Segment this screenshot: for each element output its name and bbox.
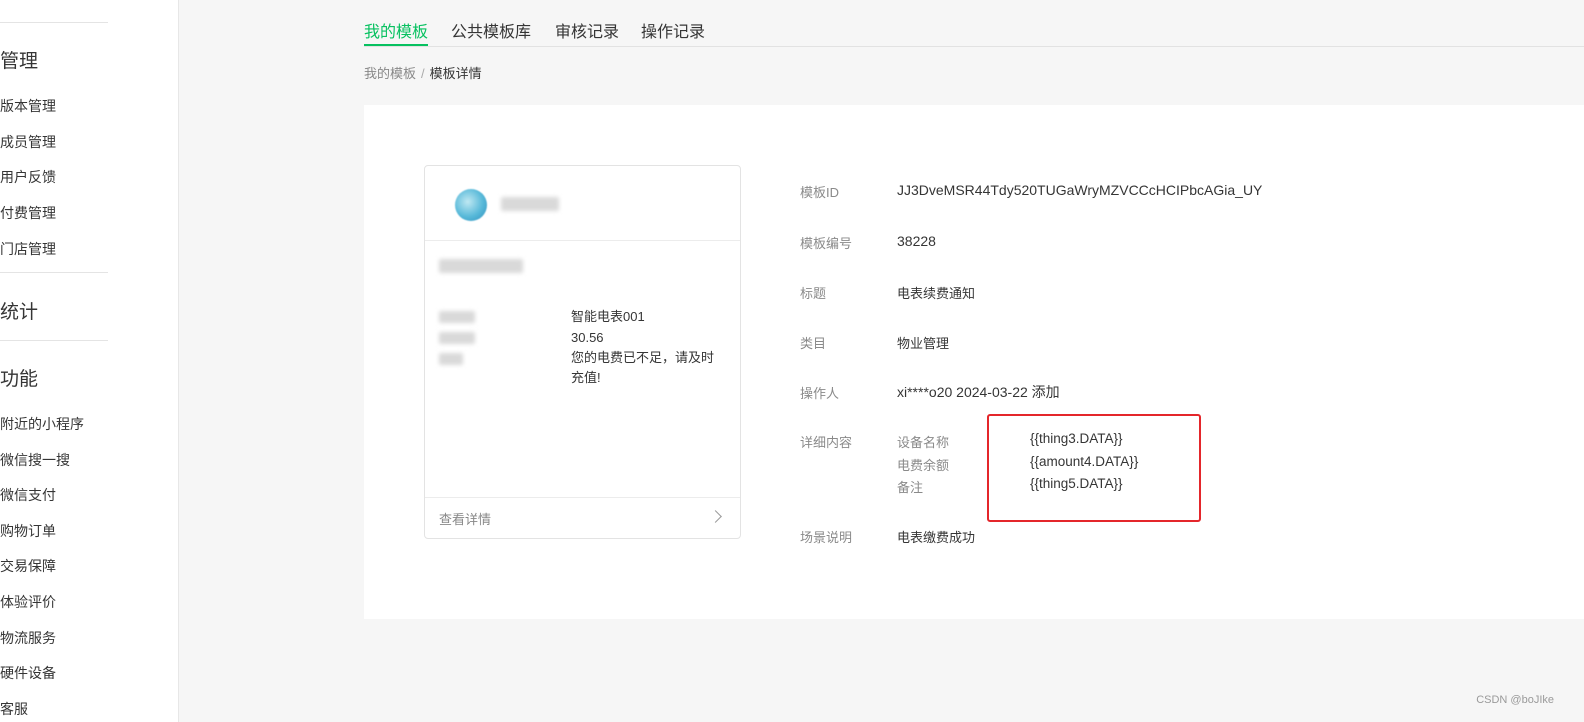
- label-template-id: 模板ID: [800, 185, 840, 200]
- tab-bar: 我的模板 公共模板库 审核记录 操作记录: [364, 0, 1584, 47]
- template-preview-card: 智能电表001 30.56 您的电费已不足，请及时充值! 查看详情: [424, 165, 741, 539]
- sidebar-group-stats[interactable]: 统计: [0, 297, 38, 324]
- sidebar-item-wxpay[interactable]: 微信支付: [0, 485, 56, 505]
- sidebar-item-logistics[interactable]: 物流服务: [0, 628, 56, 648]
- sidebar-item-reviews[interactable]: 体验评价: [0, 592, 56, 612]
- sidebar-item-service[interactable]: 客服: [0, 699, 28, 719]
- value-category: 物业管理: [897, 336, 950, 351]
- tab-public-library[interactable]: 公共模板库: [451, 18, 531, 42]
- sidebar-group-features: 功能: [0, 369, 39, 390]
- chevron-right-icon: [709, 510, 722, 523]
- label-scene: 场景说明: [800, 530, 853, 545]
- sidebar-item-guarantee[interactable]: 交易保障: [0, 556, 56, 576]
- sidebar-divider: [0, 340, 108, 341]
- highlight-box: [987, 414, 1201, 522]
- tab-operation-records[interactable]: 操作记录: [641, 18, 705, 42]
- sidebar-item-payment[interactable]: 付费管理: [0, 203, 56, 223]
- sidebar-item-search[interactable]: 微信搜一搜: [0, 450, 70, 470]
- view-details-link[interactable]: 查看详情: [425, 497, 740, 538]
- watermark: CSDN @boJIke: [1476, 694, 1554, 706]
- label-template-no: 模板编号: [800, 236, 853, 251]
- label-content: 详细内容: [800, 435, 853, 450]
- sidebar-divider: [0, 22, 108, 23]
- breadcrumb-separator: /: [421, 66, 425, 81]
- sidebar: 管理 版本管理 成员管理 用户反馈 付费管理 门店管理 统计 功能 附近的小程序…: [0, 0, 179, 722]
- value-title: 电表续费通知: [897, 286, 976, 301]
- value-scene: 电表缴费成功: [897, 530, 976, 545]
- sidebar-item-members[interactable]: 成员管理: [0, 132, 56, 152]
- breadcrumb: 我的模板 / 模板详情: [364, 63, 482, 82]
- sidebar-item-hardware[interactable]: 硬件设备: [0, 663, 56, 683]
- blurred-field-label: [439, 332, 475, 344]
- content-field-name: 电费余额: [897, 458, 950, 473]
- view-details-label: 查看详情: [439, 512, 492, 527]
- preview-value-device: 智能电表001: [571, 309, 645, 324]
- sidebar-group-manage: 管理: [0, 51, 39, 72]
- value-template-no: 38228: [897, 233, 936, 249]
- sidebar-divider: [0, 272, 108, 273]
- content-field-name: 备注: [897, 480, 924, 495]
- preview-value-remark: 您的电费已不足，请及时充值!: [571, 350, 715, 385]
- tab-review-records[interactable]: 审核记录: [555, 18, 619, 42]
- blurred-field-label: [439, 311, 475, 323]
- label-operator: 操作人: [800, 386, 840, 401]
- label-category: 类目: [800, 336, 827, 351]
- sidebar-item-stores[interactable]: 门店管理: [0, 239, 56, 259]
- blurred-preview-title: [439, 259, 523, 273]
- sidebar-item-nearby[interactable]: 附近的小程序: [0, 414, 84, 434]
- sidebar-item-orders[interactable]: 购物订单: [0, 521, 56, 541]
- preview-value-balance: 30.56: [571, 330, 604, 345]
- preview-card-header: [425, 166, 740, 241]
- content-field-name: 设备名称: [897, 435, 950, 450]
- sidebar-item-version[interactable]: 版本管理: [0, 96, 56, 116]
- sidebar-item-feedback[interactable]: 用户反馈: [0, 167, 56, 187]
- label-title: 标题: [800, 286, 827, 301]
- breadcrumb-current: 模板详情: [429, 66, 482, 81]
- blurred-account-name: [501, 197, 559, 211]
- value-operator: xi****o20 2024-03-22 添加: [897, 384, 1060, 400]
- blurred-field-label: [439, 353, 463, 365]
- avatar: [455, 189, 487, 221]
- tab-my-templates[interactable]: 我的模板: [364, 18, 429, 46]
- breadcrumb-parent-link[interactable]: 我的模板: [364, 66, 416, 81]
- value-template-id: JJ3DveMSR44Tdy520TUGaWryMZVCCcHCIPbcAGia…: [897, 182, 1263, 198]
